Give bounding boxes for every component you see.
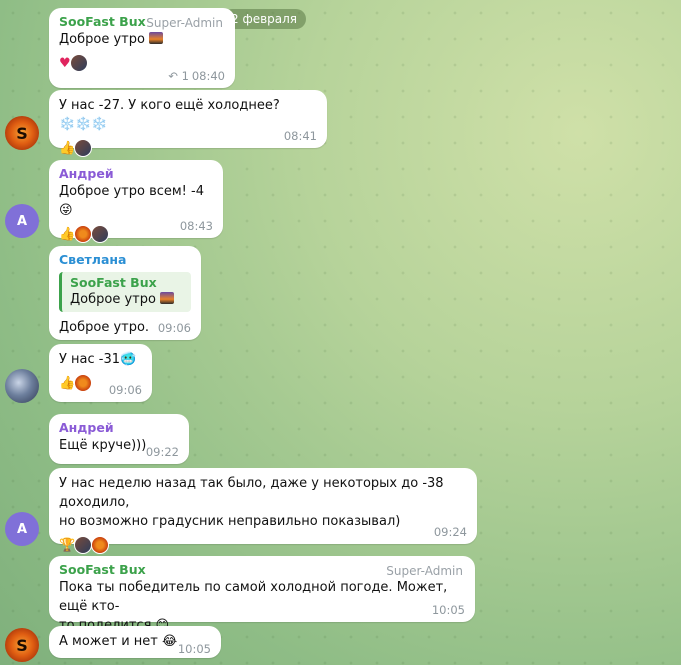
reactor-avatar	[74, 536, 93, 554]
message-body: У нас -31	[59, 352, 121, 367]
reactor-avatar	[91, 536, 110, 554]
laughing-emoji-icon: 😂	[162, 634, 178, 649]
quote-sender: SooFast Bux	[70, 275, 157, 290]
reply-arrow-icon: ↶	[168, 69, 179, 83]
message-bubble[interactable]: У нас -31🥶 👍 09:06	[49, 344, 152, 402]
message-bubble[interactable]: А может и нет 😂 10:05	[49, 626, 221, 658]
reactor-avatar	[74, 139, 93, 157]
message-time: 09:24	[433, 525, 467, 539]
message-bubble[interactable]: У нас -27. У кого ещё холоднее? ❄️❄️❄️ 👍…	[49, 90, 327, 157]
reactor-avatar	[91, 225, 110, 243]
snowflake-emoji-icon: ❄️❄️❄️	[59, 117, 108, 132]
message-time: 10:05	[177, 642, 211, 656]
reactions[interactable]: 🏆	[59, 535, 467, 555]
reactor-avatar	[74, 374, 93, 392]
quote-text: Доброе утро	[70, 291, 183, 309]
sunrise-emoji-icon	[149, 32, 164, 44]
message-time: 09:06	[108, 383, 142, 397]
sender-role: Super-Admin	[386, 564, 463, 578]
message-body: У нас -27. У кого ещё холоднее?	[59, 98, 280, 113]
message-bubble[interactable]: SooFast Bux Super-Admin Доброе утро ♥ ↶ …	[49, 8, 235, 88]
message-text: У нас -31🥶	[59, 350, 142, 369]
reply-count[interactable]: ↶ 1	[168, 69, 189, 83]
reply-quote[interactable]: SooFast Bux Доброе утро	[59, 272, 191, 312]
message-body: А может и нет	[59, 634, 158, 649]
message-text: Доброе утро	[59, 30, 225, 49]
thumbs-up-reaction-icon[interactable]: 👍	[59, 227, 75, 242]
sender-name[interactable]: Андрей	[59, 420, 179, 436]
message-bubble[interactable]: Андрей Ещё круче))) 09:22	[49, 414, 189, 464]
sunrise-emoji-icon	[160, 292, 175, 304]
message-bubble[interactable]: SooFast Bux Super-Admin Пока ты победите…	[49, 556, 475, 633]
cold-face-emoji-icon: 🥶	[120, 352, 137, 367]
message-time: 10:05	[431, 603, 465, 617]
message-time: 08:40	[191, 69, 225, 83]
reactor-avatar	[69, 54, 88, 72]
user-avatar-svetlana[interactable]	[5, 369, 39, 403]
message-time: 08:41	[283, 129, 317, 143]
message-text-line: Пока ты победитель по самой холодной пог…	[59, 580, 448, 614]
message-body: Доброе утро всем! -4	[59, 184, 204, 199]
user-avatar-dragon[interactable]: S	[5, 628, 39, 662]
message-text-line: У нас неделю назад так было, даже у неко…	[59, 476, 444, 510]
sender-name[interactable]: Андрей	[59, 166, 213, 182]
message-time: 08:43	[179, 219, 213, 233]
message-bubble[interactable]: Светлана SooFast Bux Доброе утро Доброе …	[49, 246, 201, 340]
user-avatar-andrey[interactable]: А	[5, 204, 39, 238]
user-avatar-andrey[interactable]: А	[5, 512, 39, 546]
quote-body: Доброе утро	[70, 292, 156, 307]
trophy-reaction-icon[interactable]: 🏆	[59, 538, 75, 553]
thumbs-up-reaction-icon[interactable]: 👍	[59, 376, 75, 391]
user-avatar-dragon[interactable]: S	[5, 116, 39, 150]
message-time: 09:06	[157, 321, 191, 335]
message-bubble[interactable]: Андрей Доброе утро всем! -4 😜 👍 08:43	[49, 160, 223, 243]
message-text: У нас -27. У кого ещё холоднее? ❄️❄️❄️	[59, 96, 317, 134]
sender-role: Super-Admin	[146, 16, 223, 30]
reactor-avatar	[74, 225, 93, 243]
message-body: Доброе утро	[59, 32, 145, 47]
wink-emoji-icon: 😜	[59, 203, 73, 218]
reply-count-value: 1	[181, 69, 189, 83]
reactions[interactable]: 👍	[59, 138, 317, 158]
message-bubble[interactable]: У нас неделю назад так было, даже у неко…	[49, 468, 477, 554]
thumbs-up-reaction-icon[interactable]: 👍	[59, 141, 75, 156]
message-time: 09:22	[145, 445, 179, 459]
message-text-line: но возможно градусник неправильно показы…	[59, 514, 401, 529]
heart-reaction-icon[interactable]: ♥	[59, 56, 71, 71]
sender-name[interactable]: Светлана	[59, 252, 191, 268]
message-text: Доброе утро всем! -4 😜	[59, 182, 213, 220]
